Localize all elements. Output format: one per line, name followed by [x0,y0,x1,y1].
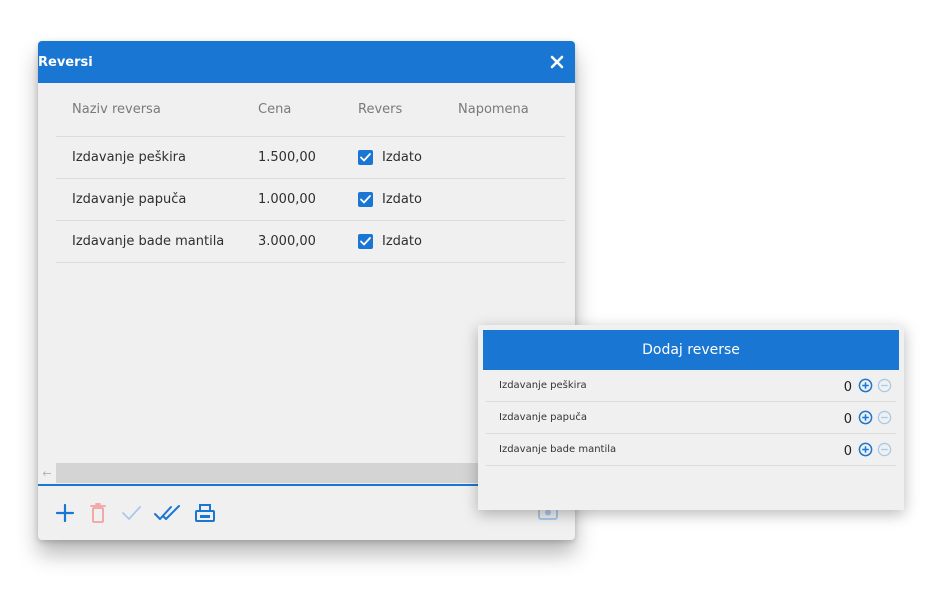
column-header-revers[interactable]: Revers [342,102,442,117]
table-row[interactable]: Izdavanje peškira 1.500,00 Izdato [56,137,565,179]
row-status: Izdato [382,150,422,165]
row-name: Izdavanje bade mantila [72,234,225,249]
item-name: Izdavanje bade mantila [499,444,617,455]
item-quantity: 0 [843,380,852,395]
stage: Reversi Naziv reversa Cena Revers Napome… [0,0,940,600]
scroll-left-icon[interactable]: ← [38,463,56,483]
row-price: 3.000,00 [258,234,316,249]
column-header-price[interactable]: Cena [242,102,342,117]
row-revers-cell: Izdato [342,192,442,207]
table-row[interactable]: Izdavanje bade mantila 3.000,00 Izdato [56,221,565,263]
print-icon[interactable] [194,502,216,524]
add-circle-icon[interactable] [858,442,873,461]
check-icon[interactable] [120,502,142,524]
popup-title: Dodaj reverse [483,330,899,370]
row-status: Izdato [382,234,422,249]
column-header-name[interactable]: Naziv reversa [56,102,242,117]
dialog-header: Reversi [38,41,575,83]
double-check-icon[interactable] [153,502,183,524]
quantity-stepper: 0 [844,410,892,429]
list-item: Izdavanje peškira 0 [486,370,896,402]
list-item: Izdavanje papuča 0 [486,402,896,434]
row-status: Izdato [382,192,422,207]
table-header: Naziv reversa Cena Revers Napomena [56,83,565,137]
item-quantity: 0 [843,412,852,427]
row-revers-cell: Izdato [342,150,442,165]
issued-checkbox[interactable] [358,150,373,165]
add-circle-icon[interactable] [858,378,873,397]
item-quantity: 0 [843,444,852,459]
popup-item-list: Izdavanje peškira 0 Izdavanje papuča 0 I… [486,370,896,466]
row-price: 1.500,00 [258,150,316,165]
close-icon[interactable] [547,52,567,72]
add-circle-icon[interactable] [858,410,873,429]
list-item: Izdavanje bade mantila 0 [486,434,896,466]
item-name: Izdavanje papuča [499,412,587,423]
remove-circle-icon[interactable] [877,442,892,461]
table-row[interactable]: Izdavanje papuča 1.000,00 Izdato [56,179,565,221]
row-name: Izdavanje papuča [72,192,187,207]
remove-circle-icon[interactable] [877,410,892,429]
row-name: Izdavanje peškira [72,150,186,165]
add-reverse-popup: Dodaj reverse Izdavanje peškira 0 Izdava… [478,325,904,510]
plus-icon[interactable] [54,502,76,524]
row-price: 1.000,00 [258,192,316,207]
trash-icon[interactable] [87,502,109,524]
quantity-stepper: 0 [844,378,892,397]
item-name: Izdavanje peškira [499,380,587,391]
dialog-toolbar [54,500,216,526]
row-revers-cell: Izdato [342,234,442,249]
quantity-stepper: 0 [844,442,892,461]
column-header-note[interactable]: Napomena [442,102,565,117]
remove-circle-icon[interactable] [877,378,892,397]
issued-checkbox[interactable] [358,192,373,207]
dialog-title: Reversi [38,54,93,70]
issued-checkbox[interactable] [358,234,373,249]
reversi-table: Naziv reversa Cena Revers Napomena Izdav… [56,83,565,263]
